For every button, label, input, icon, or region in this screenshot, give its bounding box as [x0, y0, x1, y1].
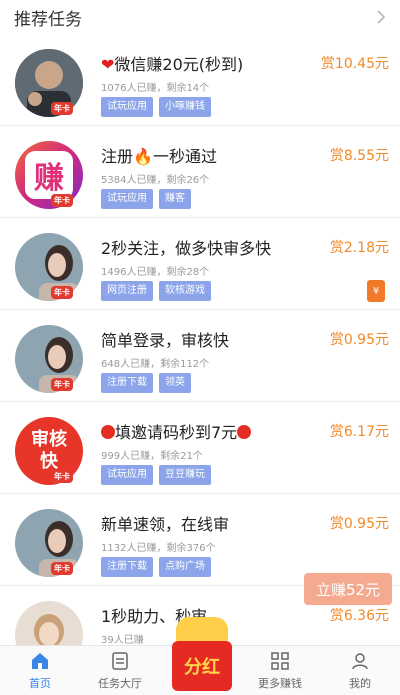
gift-box-lid-icon	[176, 617, 228, 643]
year-card-badge: 年卡	[48, 465, 76, 487]
task-title: 新单速领，在线审	[101, 515, 230, 534]
task-title: 2秒关注，做多快审多快	[101, 239, 272, 258]
task-tag: 领英	[159, 373, 191, 393]
chevron-right-icon[interactable]	[374, 10, 388, 24]
task-reward: 赏0.95元	[329, 332, 389, 348]
heart-icon: ❤	[101, 55, 115, 74]
user-icon	[349, 650, 371, 672]
tab-task-hall[interactable]: 任务大厅	[80, 646, 160, 695]
task-row[interactable]: 年卡 2秒关注，做多快审多快 1496人已赚，剩余28个 网页注册 软核游戏 赏…	[0, 218, 400, 310]
red-dot-icon	[237, 425, 252, 439]
task-meta: 5384人已赚，剩余26个	[101, 175, 210, 186]
task-reward: 赏6.36元	[329, 608, 389, 624]
year-card-badge: 年卡	[48, 97, 76, 119]
task-title: 填邀请码秒到7元	[101, 419, 252, 443]
task-tag: 软核游戏	[159, 281, 211, 301]
red-envelope-icon: 分红	[172, 641, 232, 691]
dividend-promo-button[interactable]: 分红	[170, 617, 234, 691]
task-hall-icon	[109, 650, 131, 672]
task-tag: 点购广场	[159, 557, 211, 577]
section-title: 推荐任务	[14, 9, 82, 30]
tab-more-earn[interactable]: 更多赚钱	[240, 646, 320, 695]
task-reward: 赏8.55元	[329, 148, 389, 164]
task-reward: 赏2.18元	[329, 240, 389, 256]
task-tags: 注册下载 点购广场	[101, 557, 211, 577]
task-tags: 试玩应用 小啄赚钱	[101, 97, 211, 117]
red-dot-icon	[101, 425, 115, 439]
task-tag: 注册下载	[101, 373, 153, 393]
task-meta: 1076人已赚，剩余14个	[101, 83, 210, 94]
task-row[interactable]: 年卡 ❤微信赚20元(秒到) 1076人已赚，剩余14个 试玩应用 小啄赚钱 赏…	[0, 34, 400, 126]
task-tag: 小啄赚钱	[159, 97, 211, 117]
task-title: ❤微信赚20元(秒到)	[101, 55, 244, 74]
fire-icon: 🔥	[133, 147, 153, 166]
task-tags: 注册下载 领英	[101, 373, 191, 393]
task-tag: 试玩应用	[101, 189, 153, 209]
task-list: 年卡 ❤微信赚20元(秒到) 1076人已赚，剩余14个 试玩应用 小啄赚钱 赏…	[0, 34, 400, 645]
task-reward: 赏10.45元	[320, 56, 389, 72]
year-card-badge: 年卡	[48, 189, 76, 211]
task-tags: 网页注册 软核游戏	[101, 281, 211, 301]
money-bag-icon[interactable]: ¥	[367, 280, 385, 302]
task-tag: 试玩应用	[101, 97, 153, 117]
tab-mine[interactable]: 我的	[320, 646, 400, 695]
task-meta: 999人已赚，剩余21个	[101, 451, 203, 462]
year-card-badge: 年卡	[48, 373, 76, 395]
tab-label: 首页	[29, 677, 51, 690]
task-title: 简单登录，审核快	[101, 331, 230, 350]
grid-icon	[269, 650, 291, 672]
task-tag: 网页注册	[101, 281, 153, 301]
task-meta: 648人已赚，剩余112个	[101, 359, 210, 370]
task-tag: 赚客	[159, 189, 191, 209]
task-row[interactable]: 赚 年卡 注册🔥一秒通过 5384人已赚，剩余26个 试玩应用 赚客 赏8.55…	[0, 126, 400, 218]
year-card-badge: 年卡	[48, 281, 76, 303]
tab-label: 更多赚钱	[258, 677, 302, 690]
task-row[interactable]: 审核快 年卡 填邀请码秒到7元 999人已赚，剩余21个 试玩应用 豆豆赚玩 赏…	[0, 402, 400, 494]
task-tags: 试玩应用 豆豆赚玩	[101, 465, 211, 485]
section-header[interactable]: 推荐任务	[0, 0, 400, 34]
promo-label: 分红	[184, 657, 220, 678]
instant-earn-button[interactable]: 立赚52元	[304, 573, 392, 605]
home-icon	[29, 650, 51, 672]
task-avatar	[15, 601, 83, 645]
task-meta: 1132人已赚，剩余376个	[101, 543, 216, 554]
year-card-badge: 年卡	[48, 557, 76, 579]
tab-home[interactable]: 首页	[0, 646, 80, 695]
task-title: 注册🔥一秒通过	[101, 147, 217, 166]
task-tag: 试玩应用	[101, 465, 153, 485]
task-tag: 注册下载	[101, 557, 153, 577]
tab-label: 任务大厅	[98, 677, 142, 690]
task-row[interactable]: 年卡 简单登录，审核快 648人已赚，剩余112个 注册下载 领英 赏0.95元	[0, 310, 400, 402]
tab-label: 我的	[349, 677, 371, 690]
task-tag: 豆豆赚玩	[159, 465, 211, 485]
task-meta: 1496人已赚，剩余28个	[101, 267, 210, 278]
task-meta: 39人已赚	[101, 635, 144, 645]
task-tags: 试玩应用 赚客	[101, 189, 191, 209]
task-reward: 赏6.17元	[329, 424, 389, 440]
task-reward: 赏0.95元	[329, 516, 389, 532]
